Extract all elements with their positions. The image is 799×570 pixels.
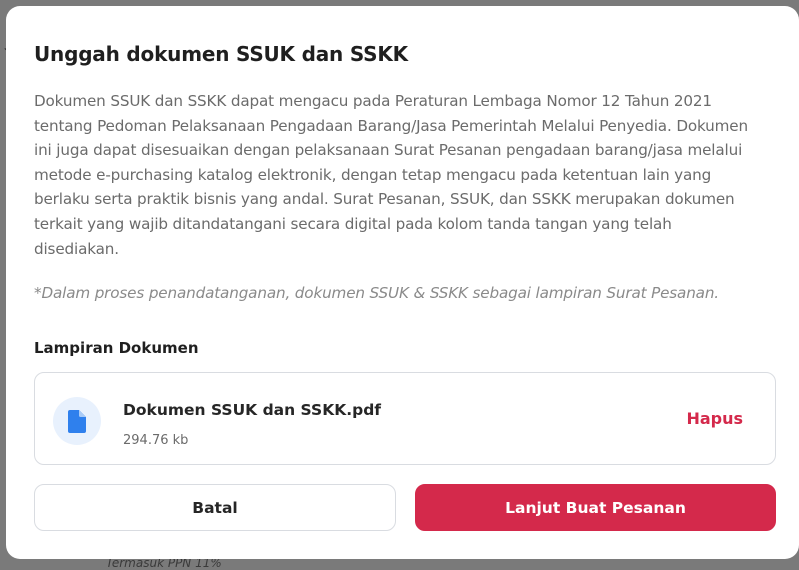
remove-file-button[interactable]: Hapus xyxy=(686,409,743,428)
file-icon-container xyxy=(53,397,101,445)
attachment-section-label: Lampiran Dokumen xyxy=(34,339,199,357)
file-size: 294.76 kb xyxy=(123,433,189,448)
dialog-title: Unggah dokumen SSUK dan SSKK xyxy=(34,42,408,66)
attached-file-card: Dokumen SSUK dan SSKK.pdf 294.76 kb Hapu… xyxy=(34,372,776,465)
file-name: Dokumen SSUK dan SSKK.pdf xyxy=(123,401,382,419)
dialog-description: Dokumen SSUK dan SSKK dapat mengacu pada… xyxy=(34,92,748,258)
upload-document-dialog: Unggah dokumen SSUK dan SSKK Dokumen SSU… xyxy=(6,6,799,559)
signing-note: *Dalam proses penandatanganan, dokumen S… xyxy=(34,284,719,302)
cancel-button[interactable]: Batal xyxy=(34,484,396,531)
document-file-icon xyxy=(68,409,86,433)
continue-order-button[interactable]: Lanjut Buat Pesanan xyxy=(415,484,776,531)
